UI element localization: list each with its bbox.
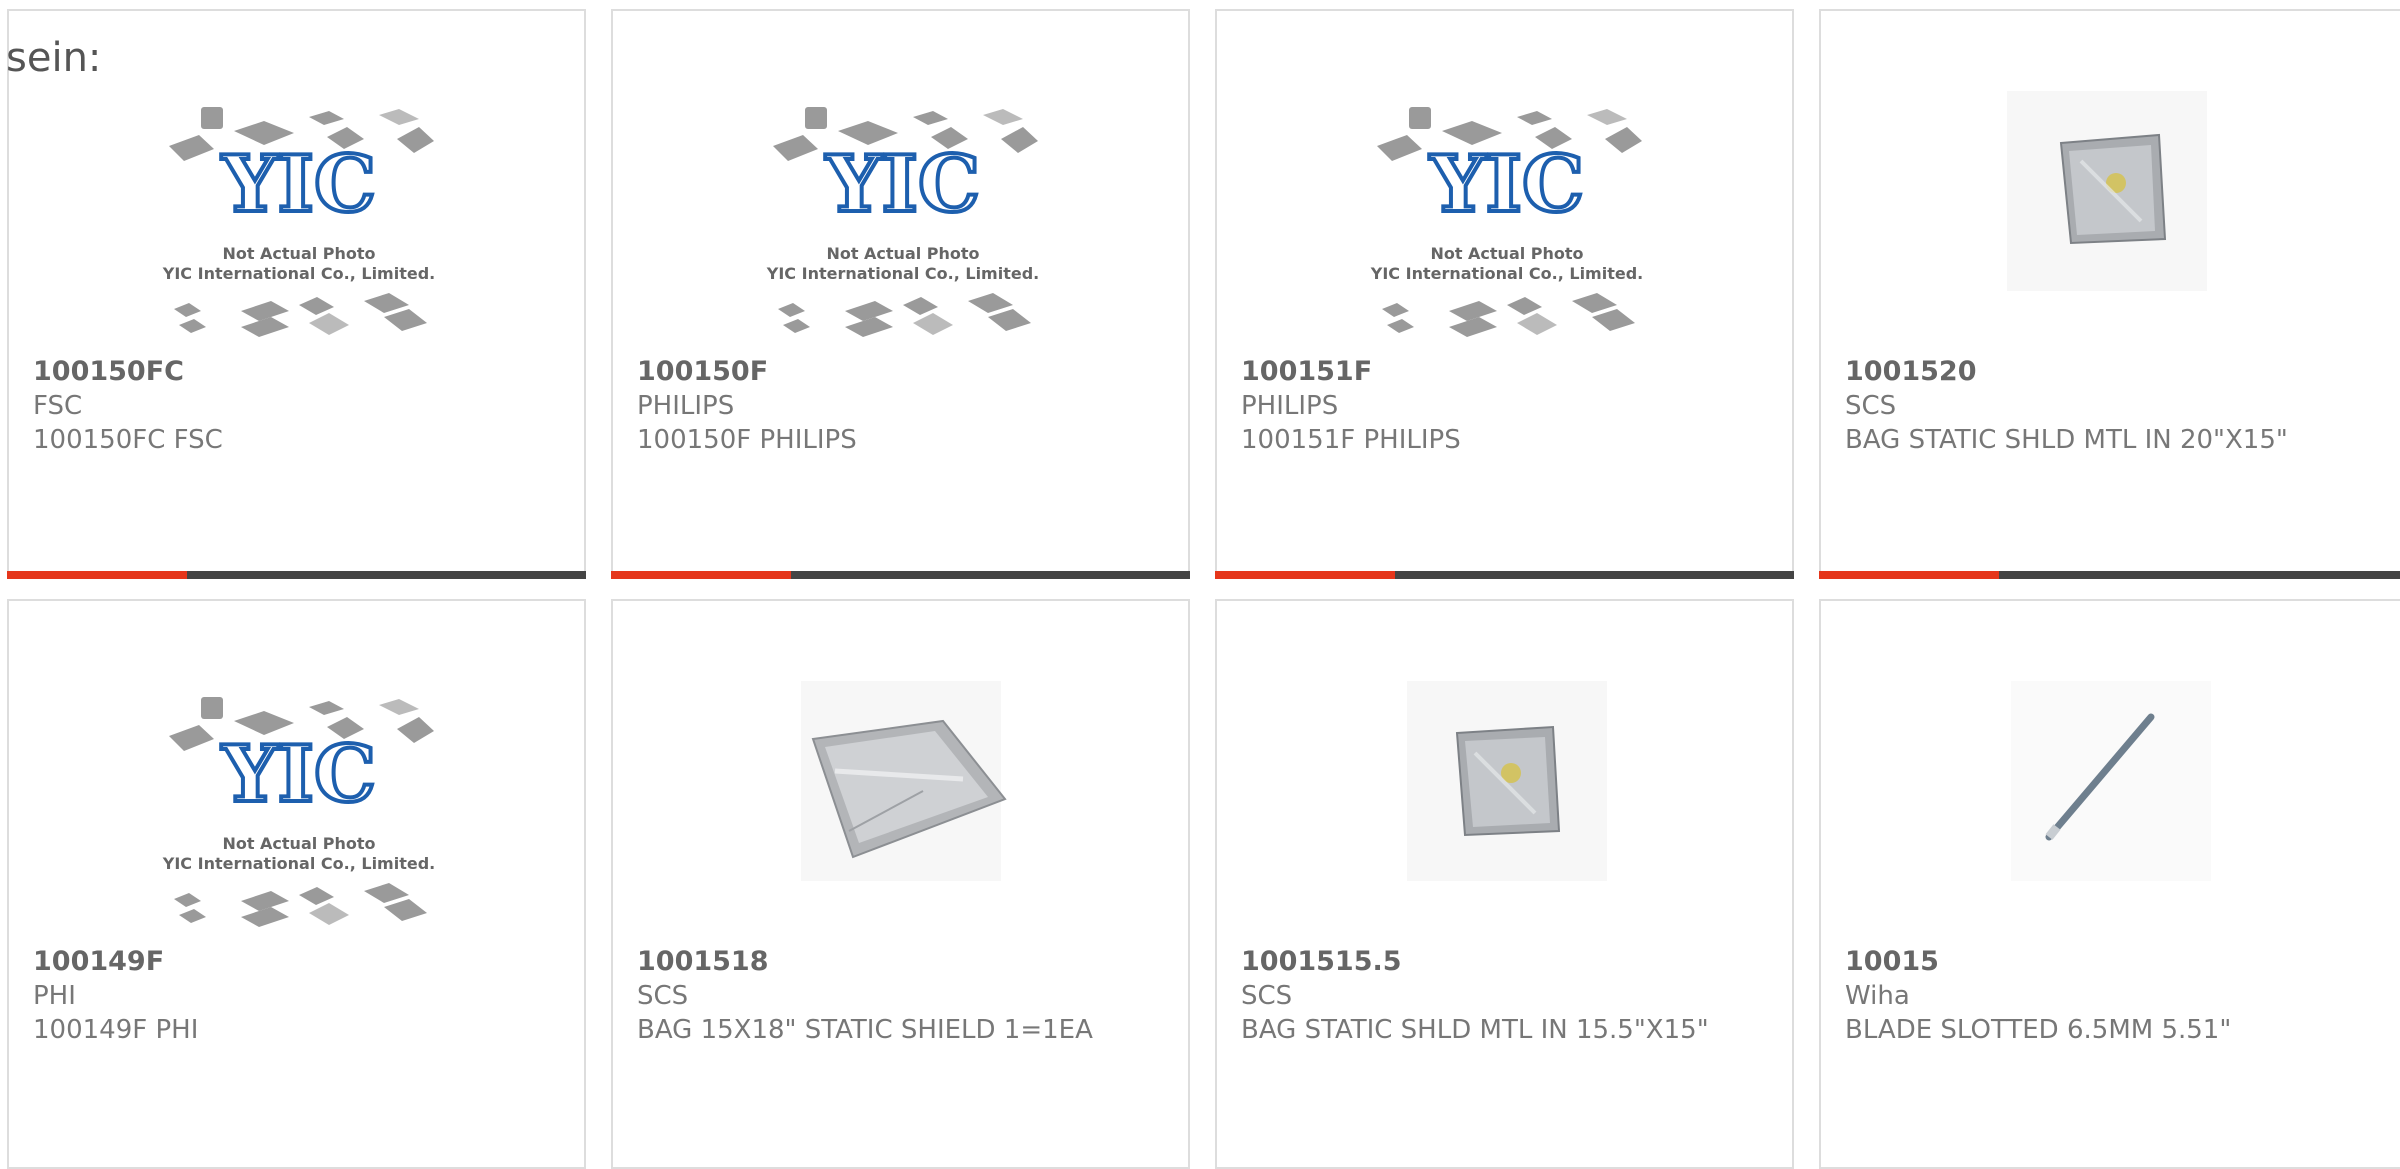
description: 100151F PHILIPS [1241, 425, 1461, 455]
product-card[interactable]: YIC Not Actual Photo YIC International C… [7, 599, 586, 1169]
card-bottom-bar [7, 571, 586, 579]
part-number[interactable]: 1001515.5 [1241, 945, 1772, 979]
svg-text:YIC: YIC [221, 729, 376, 820]
part-number[interactable]: 100149F [33, 945, 564, 979]
description: 100150F PHILIPS [637, 425, 857, 455]
svg-text:Not Actual Photo: Not Actual Photo [1430, 244, 1583, 263]
part-number[interactable]: 1001520 [1845, 355, 2380, 389]
yic-placeholder-icon: YIC Not Actual Photo YIC International C… [613, 91, 1188, 351]
description: 100150FC FSC [33, 425, 223, 455]
product-card[interactable]: YIC Not Actual Photo YIC International C… [7, 9, 586, 579]
manufacturer: FSC [33, 391, 83, 421]
manufacturer: PHILIPS [637, 391, 735, 421]
card-bottom-bar [611, 571, 1190, 579]
yic-placeholder-icon: YIC Not Actual Photo YIC International C… [9, 91, 584, 351]
card-bar-accent [1215, 571, 1395, 579]
svg-text:YIC International Co., Limited: YIC International Co., Limited. [162, 264, 435, 283]
svg-text:YIC International Co., Limited: YIC International Co., Limited. [162, 854, 435, 873]
static-bag-large-icon [613, 681, 1188, 941]
svg-text:YIC: YIC [221, 139, 376, 230]
svg-text:Not Actual Photo: Not Actual Photo [826, 244, 979, 263]
manufacturer: SCS [637, 981, 689, 1011]
description: 100149F PHI [33, 1015, 199, 1045]
part-number[interactable]: 10015 [1845, 945, 2380, 979]
manufacturer: SCS [1241, 981, 1293, 1011]
card-bar-accent [611, 571, 791, 579]
static-bag-small-icon [1821, 91, 2400, 351]
svg-text:YIC: YIC [825, 139, 980, 230]
product-card[interactable]: 1001520 SCS BAG STATIC SHLD MTL IN 20"X1… [1819, 9, 2400, 579]
card-bottom-bar [1819, 571, 2400, 579]
static-bag-small-icon [1217, 681, 1792, 941]
product-card[interactable]: 1001518 SCS BAG 15X18" STATIC SHIELD 1=1… [611, 599, 1190, 1169]
svg-text:Not Actual Photo: Not Actual Photo [222, 244, 375, 263]
product-card[interactable]: YIC Not Actual Photo YIC International C… [1215, 9, 1794, 579]
manufacturer: SCS [1845, 391, 1897, 421]
svg-text:YIC International Co., Limited: YIC International Co., Limited. [1370, 264, 1643, 283]
product-card[interactable]: 10015 Wiha BLADE SLOTTED 6.5MM 5.51" [1819, 599, 2400, 1169]
manufacturer: PHILIPS [1241, 391, 1339, 421]
part-number[interactable]: 100150F [637, 355, 1168, 389]
svg-text:Not Actual Photo: Not Actual Photo [222, 834, 375, 853]
part-number[interactable]: 100151F [1241, 355, 1772, 389]
slotted-blade-icon [1821, 681, 2400, 941]
card-bar-accent [1819, 571, 1999, 579]
svg-text:YIC International Co., Limited: YIC International Co., Limited. [766, 264, 1039, 283]
description: BAG 15X18" STATIC SHIELD 1=1EA [637, 1015, 1093, 1045]
product-card[interactable]: 1001515.5 SCS BAG STATIC SHLD MTL IN 15.… [1215, 599, 1794, 1169]
description: BAG STATIC SHLD MTL IN 15.5"X15" [1241, 1015, 1709, 1045]
part-number[interactable]: 1001518 [637, 945, 1168, 979]
product-card[interactable]: YIC Not Actual Photo YIC International C… [611, 9, 1190, 579]
description: BLADE SLOTTED 6.5MM 5.51" [1845, 1015, 2232, 1045]
card-bottom-bar [1215, 571, 1794, 579]
manufacturer: PHI [33, 981, 76, 1011]
part-number[interactable]: 100150FC [33, 355, 564, 389]
product-grid: YIC Not Actual Photo YIC International C… [0, 0, 2400, 1169]
description: BAG STATIC SHLD MTL IN 20"X15" [1845, 425, 2288, 455]
svg-text:YIC: YIC [1429, 139, 1584, 230]
manufacturer: Wiha [1845, 981, 1910, 1011]
yic-placeholder-icon: YIC Not Actual Photo YIC International C… [1217, 91, 1792, 351]
page-label: sein: [6, 35, 102, 81]
card-bar-accent [7, 571, 187, 579]
yic-placeholder-icon: YIC Not Actual Photo YIC International C… [9, 681, 584, 941]
